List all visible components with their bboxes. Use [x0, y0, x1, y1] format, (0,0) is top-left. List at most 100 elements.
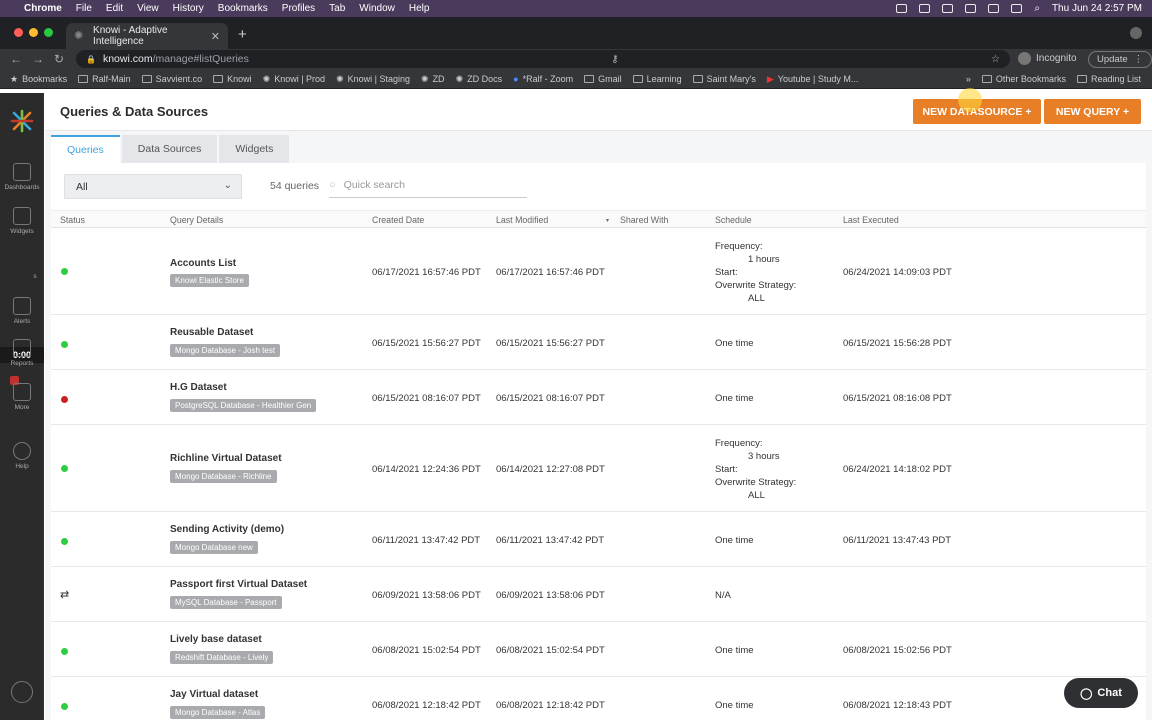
filter-select-value: All: [76, 180, 88, 193]
table-row[interactable]: Jay Virtual dataset Mongo Database - Atl…: [51, 678, 1146, 720]
tab-queries[interactable]: Queries: [51, 135, 120, 163]
menu-help[interactable]: Help: [409, 3, 430, 14]
bookmark-saint-marys[interactable]: Saint Mary's: [692, 74, 756, 84]
tab-search-icon[interactable]: [1130, 27, 1142, 39]
sidebar-item-alerts[interactable]: Alerts: [0, 297, 44, 325]
bookmark-zd[interactable]: ✺ ZD: [421, 74, 445, 84]
schedule: One time: [715, 393, 754, 404]
bluetooth-icon[interactable]: [965, 4, 977, 13]
key-icon[interactable]: ⚷: [611, 54, 618, 65]
sidebar-item-label: s: [33, 273, 37, 280]
bookmark-zd-docs[interactable]: ✺ ZD Docs: [456, 74, 503, 84]
bookmark-learning[interactable]: Learning: [632, 74, 682, 84]
menu-app[interactable]: Chrome: [24, 3, 62, 14]
sort-icon[interactable]: ▾: [606, 217, 609, 224]
new-tab-icon[interactable]: +: [238, 27, 247, 42]
zoom-window-icon[interactable]: [44, 28, 53, 37]
sidebar-item-reports[interactable]: Reports: [0, 339, 44, 367]
address-bar[interactable]: 🔒 knowi.com /manage#listQueries ⚷ ☆: [76, 50, 1010, 68]
more-menu-icon[interactable]: ⋮: [1134, 54, 1144, 65]
col-created-date[interactable]: Created Date: [372, 215, 424, 225]
table-header: Status Query Details Created Date Last M…: [51, 210, 1146, 228]
chat-label: Chat: [1097, 687, 1122, 699]
menu-bookmarks[interactable]: Bookmarks: [218, 3, 268, 14]
bookmark-knowi[interactable]: Knowi: [213, 74, 252, 84]
table-row[interactable]: Reusable Dataset Mongo Database - Josh t…: [51, 316, 1146, 370]
close-tab-icon[interactable]: ✕: [211, 30, 220, 43]
col-status[interactable]: Status: [60, 215, 85, 225]
col-last-executed[interactable]: Last Executed: [843, 215, 899, 225]
query-name[interactable]: Richline Virtual Dataset: [170, 453, 282, 464]
chat-button[interactable]: ◯ Chat: [1064, 678, 1138, 708]
close-window-icon[interactable]: [14, 28, 23, 37]
col-query-details[interactable]: Query Details: [170, 215, 223, 225]
user-avatar[interactable]: [11, 681, 33, 703]
col-shared-with[interactable]: Shared With: [620, 215, 668, 225]
bookmark-knowi-staging[interactable]: ✺ Knowi | Staging: [336, 74, 410, 84]
bookmark-ralf-main[interactable]: Ralf-Main: [78, 74, 131, 84]
sidebar-item-dashboards[interactable]: Dashboards: [0, 163, 44, 191]
update-button[interactable]: Update ⋮: [1088, 51, 1152, 68]
bookmark-other[interactable]: Other Bookmarks: [981, 74, 1066, 84]
tab-data-sources[interactable]: Data Sources: [121, 135, 218, 163]
wifi-icon[interactable]: [1011, 4, 1023, 13]
clock[interactable]: Thu Jun 24 2:57 PM: [1052, 3, 1142, 14]
datasource-tag: Knowi Elastic Store: [170, 274, 249, 287]
back-icon[interactable]: ←: [10, 52, 22, 66]
table-row[interactable]: Lively base dataset Redshift Database - …: [51, 623, 1146, 677]
col-schedule[interactable]: Schedule: [715, 215, 752, 225]
query-name[interactable]: Reusable Dataset: [170, 327, 253, 338]
zoom-icon[interactable]: [896, 4, 908, 13]
query-name[interactable]: H.G Dataset: [170, 382, 227, 393]
query-name[interactable]: Jay Virtual dataset: [170, 689, 258, 700]
bookmark-youtube[interactable]: ▶ Youtube | Study M...: [767, 74, 858, 84]
schedule: One time: [715, 700, 754, 711]
knowi-logo-icon[interactable]: [10, 109, 34, 133]
table-row[interactable]: Sending Activity (demo) Mongo Database n…: [51, 513, 1146, 567]
bookmark-ralf-zoom[interactable]: ● *Ralf - Zoom: [513, 74, 573, 84]
bookmark-reading-list[interactable]: Reading List: [1076, 74, 1141, 84]
sidebar-item-widgets[interactable]: Widgets: [0, 207, 44, 235]
bookmark-savvient[interactable]: Savvient.co: [141, 74, 202, 84]
query-name[interactable]: Lively base dataset: [170, 634, 262, 645]
app-sidebar: Dashboards Widgets 0:00 s Alerts Reports…: [0, 93, 44, 720]
status-success-icon: [61, 465, 68, 472]
bookmark-star-icon[interactable]: ☆: [991, 54, 1000, 65]
filter-select[interactable]: All ⌄: [64, 174, 242, 199]
query-name[interactable]: Passport first Virtual Dataset: [170, 579, 307, 590]
sidebar-item-label: Widgets: [10, 228, 34, 235]
forward-icon[interactable]: →: [32, 52, 44, 66]
bookmark-bookmarks[interactable]: ★ Bookmarks: [10, 74, 67, 84]
search-input[interactable]: [343, 179, 504, 191]
menu-file[interactable]: File: [76, 3, 92, 14]
table-row[interactable]: Accounts List Knowi Elastic Store 06/17/…: [51, 229, 1146, 315]
bookmark-knowi-prod[interactable]: ✺ Knowi | Prod: [263, 74, 325, 84]
new-query-button[interactable]: NEW QUERY +: [1044, 99, 1141, 124]
col-last-modified[interactable]: Last Modified: [496, 215, 548, 225]
datasource-tag: MySQL Database - Passport: [170, 596, 282, 609]
bookmark-gmail[interactable]: Gmail: [584, 74, 622, 84]
search-icon[interactable]: ⌕: [1034, 3, 1040, 14]
menu-profiles[interactable]: Profiles: [282, 3, 315, 14]
minimize-window-icon[interactable]: [29, 28, 38, 37]
sidebar-item-more[interactable]: More: [0, 383, 44, 411]
tab-widgets[interactable]: Widgets: [219, 135, 290, 163]
table-row[interactable]: Richline Virtual Dataset Mongo Database …: [51, 426, 1146, 512]
menu-view[interactable]: View: [137, 3, 159, 14]
query-name[interactable]: Sending Activity (demo): [170, 524, 284, 535]
menu-tab[interactable]: Tab: [329, 3, 345, 14]
menu-history[interactable]: History: [173, 3, 204, 14]
menu-edit[interactable]: Edit: [106, 3, 123, 14]
incognito-indicator[interactable]: Incognito: [1018, 52, 1077, 65]
menu-window[interactable]: Window: [359, 3, 395, 14]
sidebar-item-help[interactable]: Help: [0, 442, 44, 470]
reload-icon[interactable]: ↻: [54, 52, 64, 66]
battery-icon[interactable]: [988, 4, 1000, 13]
table-row[interactable]: ⇄ Passport first Virtual Dataset MySQL D…: [51, 568, 1146, 622]
bookmarks-overflow-icon[interactable]: »: [966, 74, 971, 84]
vpn-icon[interactable]: [942, 4, 954, 13]
screen-record-icon[interactable]: [919, 4, 931, 13]
table-row[interactable]: H.G Dataset PostgreSQL Database - Health…: [51, 371, 1146, 425]
browser-tab-active[interactable]: ✺ Knowi - Adaptive Intelligence ✕: [66, 23, 228, 49]
query-name[interactable]: Accounts List: [170, 258, 236, 269]
